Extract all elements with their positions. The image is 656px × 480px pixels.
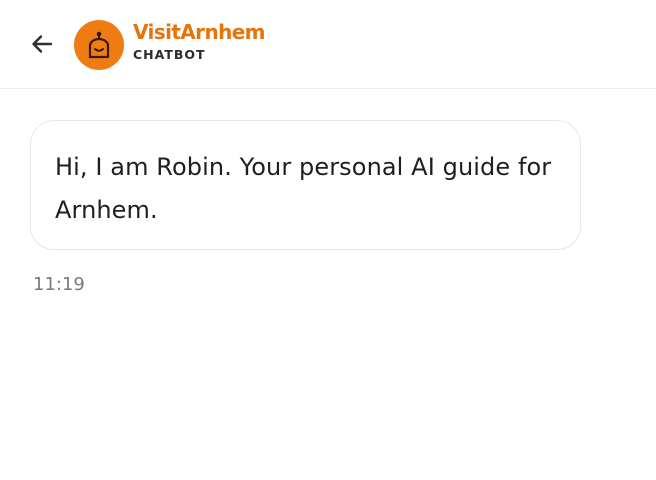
arrow-left-icon — [32, 35, 53, 53]
chat-window: VisitArnhem CHATBOT Hi, I am Robin. Your… — [0, 0, 656, 480]
robot-icon — [88, 31, 110, 59]
message-list: Hi, I am Robin. Your personal AI guide f… — [0, 89, 656, 480]
bot-message-bubble: Hi, I am Robin. Your personal AI guide f… — [30, 120, 581, 250]
avatar — [74, 20, 124, 70]
brand-name: VisitArnhem — [133, 20, 266, 44]
back-button[interactable] — [26, 28, 58, 60]
message-timestamp: 11:19 — [33, 274, 85, 295]
chat-header: VisitArnhem CHATBOT — [0, 0, 656, 89]
chat-subtitle: CHATBOT — [133, 47, 206, 62]
message-text: Hi, I am Robin. Your personal AI guide f… — [55, 153, 552, 224]
brand: VisitArnhem CHATBOT — [133, 20, 266, 62]
